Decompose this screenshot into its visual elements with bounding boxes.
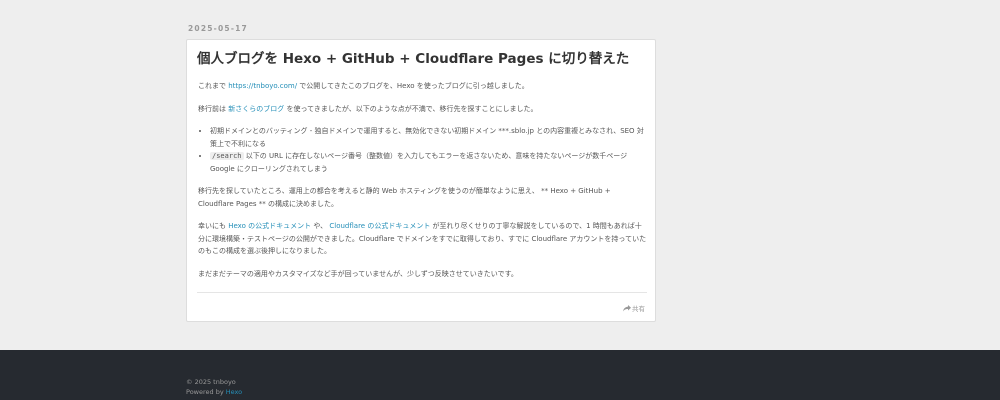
share-button[interactable]: 共有 bbox=[623, 303, 645, 313]
docs-text-before: 幸いにも bbox=[198, 222, 229, 230]
docs-text-middle: や、 bbox=[311, 222, 330, 230]
hexo-docs-link[interactable]: Hexo の公式ドキュメント bbox=[228, 222, 311, 230]
list-item: /search 以下の URL に存在しないページ番号（整数値）を入力してもエラ… bbox=[210, 150, 648, 175]
post-date: 2025-05-17 bbox=[188, 24, 248, 33]
post-footer-divider bbox=[197, 292, 647, 293]
footer-copyright: © 2025 tnboyo bbox=[186, 378, 236, 386]
paragraph-docs: 幸いにも Hexo の公式ドキュメント や、 Cloudflare の公式ドキュ… bbox=[198, 220, 648, 258]
post-title[interactable]: 個人ブログを Hexo + GitHub + Cloudflare Pages … bbox=[197, 49, 649, 69]
previous-text-after: を使ってきましたが、以下のような点が不満で、移行先を探すことにしました。 bbox=[284, 104, 538, 113]
search-path-code: /search bbox=[210, 152, 244, 160]
paragraph-intro: これまで https://tnboyo.com/ で公開してきたこのブログを、H… bbox=[198, 80, 648, 93]
share-icon bbox=[623, 304, 631, 311]
list-item: 初期ドメインとのバッティング - 独自ドメインで運用すると、無効化できない初期ド… bbox=[210, 125, 648, 150]
intro-text-before: これまで bbox=[198, 82, 229, 90]
old-blog-link[interactable]: https://tnboyo.com/ bbox=[228, 82, 297, 90]
previous-text-before: 移行前は bbox=[198, 104, 229, 113]
footer-powered: Powered by Hexo bbox=[186, 387, 242, 397]
post-card: 個人ブログを Hexo + GitHub + Cloudflare Pages … bbox=[186, 39, 656, 322]
paragraph-previous: 移行前は 新さくらのブログ を使ってきましたが、以下のような点が不満で、移行先を… bbox=[198, 103, 648, 116]
paragraph-choice: 移行先を探していたところ、運用上の都合を考えると静的 Web ホスティングを使う… bbox=[198, 187, 611, 208]
intro-text-after: で公開してきたこのブログを、Hexo を使ったブログに引っ越しました。 bbox=[297, 82, 529, 90]
footer-info: © 2025 tnboyo Powered by Hexo bbox=[186, 377, 242, 397]
cloudflare-docs-link[interactable]: Cloudflare の公式ドキュメント bbox=[329, 222, 430, 230]
post-body: これまで https://tnboyo.com/ で公開してきたこのブログを、H… bbox=[198, 80, 648, 290]
share-label: 共有 bbox=[632, 305, 645, 313]
paragraph-closing: まだまだテーマの適用やカスタマイズなど手が回っていませんが、少しずつ反映させてい… bbox=[198, 269, 518, 278]
sakura-blog-link[interactable]: 新さくらのブログ bbox=[228, 105, 284, 113]
list-item-text: 以下の URL に存在しないページ番号（整数値）を入力してもエラーを返さないため… bbox=[210, 152, 628, 173]
issue-list: 初期ドメインとのバッティング - 独自ドメインで運用すると、無効化できない初期ド… bbox=[198, 125, 648, 175]
hexo-link[interactable]: Hexo bbox=[226, 388, 242, 396]
powered-prefix: Powered by bbox=[186, 388, 226, 396]
site-footer: © 2025 tnboyo Powered by Hexo bbox=[0, 350, 1000, 400]
